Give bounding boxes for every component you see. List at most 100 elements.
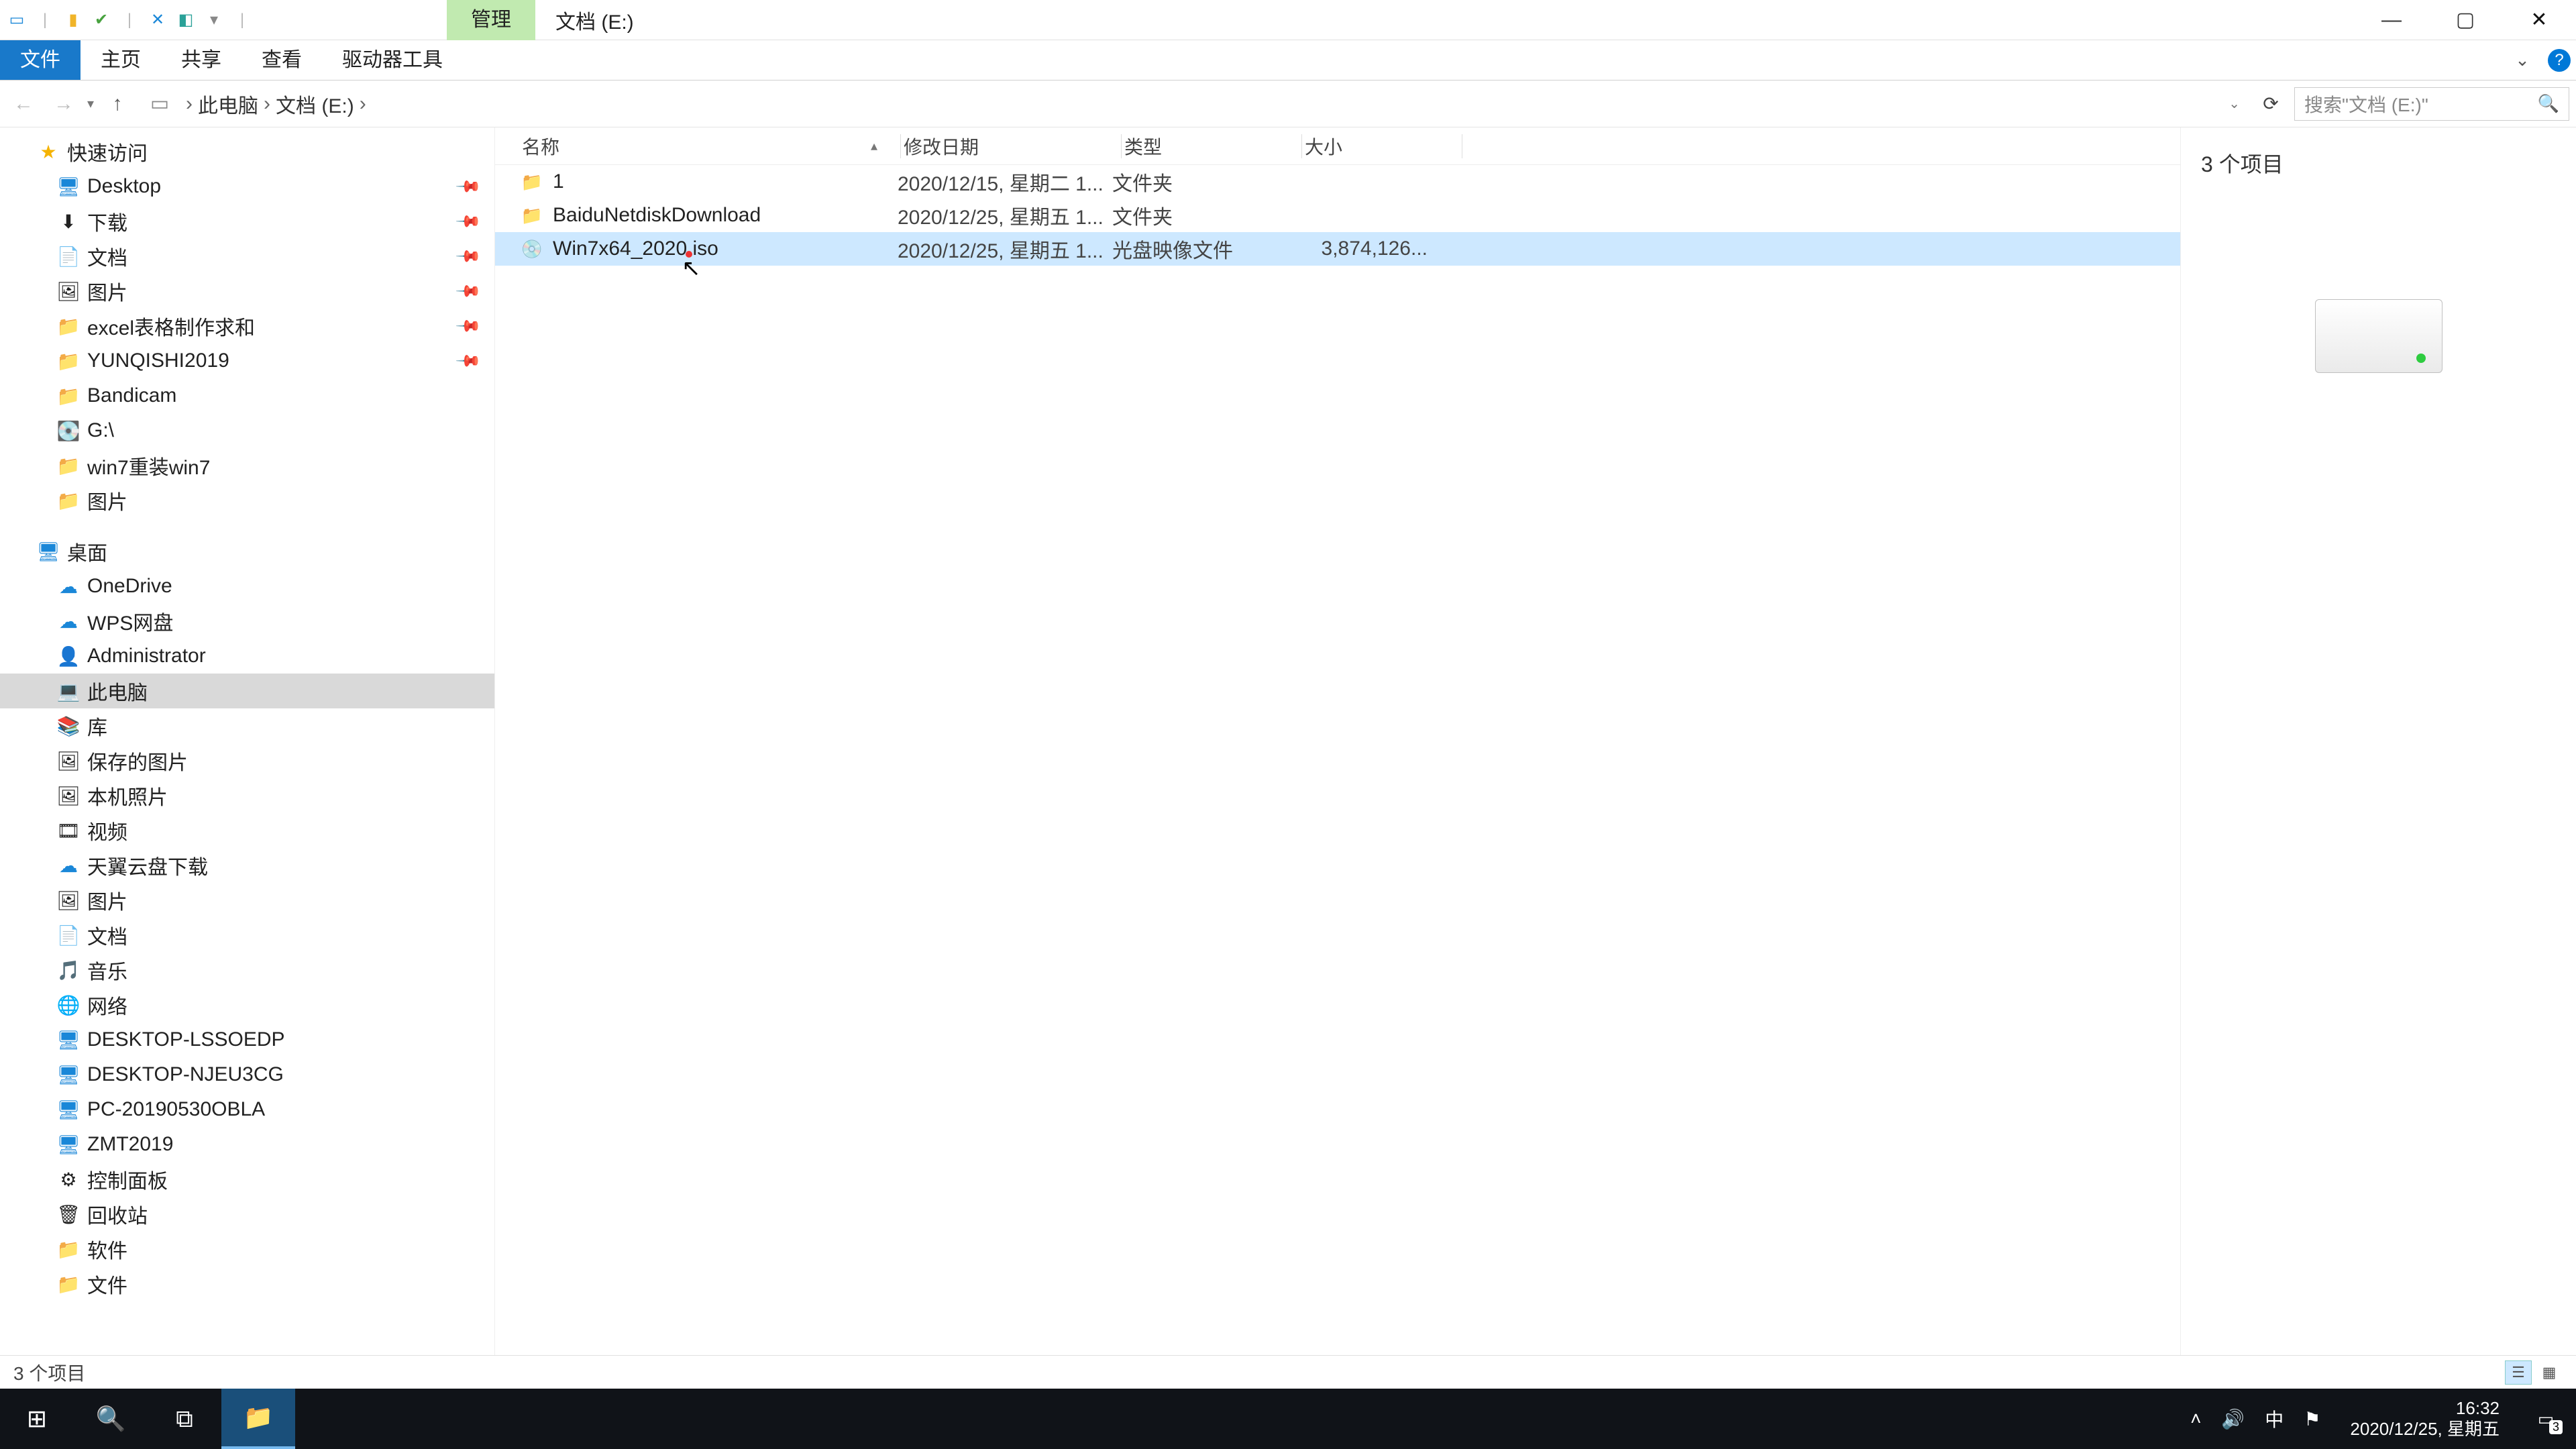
nav-item[interactable]: 🖥ZMT2019: [0, 1127, 494, 1162]
nav-item[interactable]: 📁文件: [0, 1267, 494, 1301]
start-button[interactable]: ⊞: [0, 1389, 74, 1449]
nav-item[interactable]: 💽G:\: [0, 413, 494, 448]
nav-item[interactable]: ☁OneDrive: [0, 569, 494, 604]
history-dropdown-icon[interactable]: ▾: [87, 95, 94, 112]
tab-view[interactable]: 查看: [241, 40, 322, 80]
docs-icon: 📄: [58, 246, 79, 267]
nav-item[interactable]: 📄文档: [0, 918, 494, 953]
tab-home[interactable]: 主页: [80, 40, 161, 80]
column-date[interactable]: 修改日期: [904, 133, 1118, 160]
close-button[interactable]: ✕: [2502, 0, 2576, 40]
contextual-tab[interactable]: 管理: [447, 0, 535, 40]
ribbon-collapse-icon[interactable]: ⌄: [2502, 40, 2542, 80]
breadcrumb-root[interactable]: 此电脑: [198, 89, 258, 119]
chevron-right-icon[interactable]: ›: [360, 93, 366, 115]
folder-icon: 📁: [58, 350, 79, 372]
column-type[interactable]: 类型: [1124, 133, 1299, 160]
file-size: 3,874,126...: [1287, 237, 1441, 260]
folder-icon[interactable]: ▮: [63, 10, 83, 30]
pics-icon: 🖼: [58, 750, 79, 771]
column-separator[interactable]: [1301, 134, 1302, 158]
breadcrumb-drive[interactable]: 文档 (E:): [276, 89, 354, 119]
nav-item[interactable]: 🖥DESKTOP-NJEU3CG: [0, 1057, 494, 1092]
nav-item[interactable]: 🎞视频: [0, 813, 494, 848]
nav-item[interactable]: 📄文档📌: [0, 239, 494, 274]
properties-icon[interactable]: ◧: [176, 10, 196, 30]
volume-icon[interactable]: 🔊: [2221, 1408, 2245, 1430]
nav-item[interactable]: 🖼图片: [0, 883, 494, 918]
nav-item[interactable]: 📚库: [0, 708, 494, 743]
nav-item[interactable]: ⬇下载📌: [0, 204, 494, 239]
folder-icon: 📁: [58, 455, 79, 476]
nav-item[interactable]: 🗑回收站: [0, 1197, 494, 1232]
nav-group-header[interactable]: ★快速访问: [0, 134, 494, 169]
back-button[interactable]: ←: [7, 87, 40, 121]
forward-button[interactable]: →: [47, 87, 80, 121]
nav-item[interactable]: 🖼图片📌: [0, 274, 494, 309]
preview-item-count: 3 个项目: [2201, 148, 2284, 178]
address-dropdown-icon[interactable]: ⌄: [2229, 95, 2240, 112]
file-row[interactable]: 💿Win7x64_2020.iso2020/12/25, 星期五 1...光盘映…: [495, 232, 2180, 266]
tray-overflow-icon[interactable]: ˄: [2190, 1408, 2201, 1430]
chevron-right-icon[interactable]: ›: [264, 93, 270, 115]
nav-item[interactable]: 🖥PC-20190530OBLA: [0, 1092, 494, 1127]
minimize-button[interactable]: —: [2355, 0, 2428, 40]
nav-item[interactable]: 🖥Desktop📌: [0, 169, 494, 204]
nav-item[interactable]: 🎵音乐: [0, 953, 494, 987]
navigation-pane[interactable]: ★快速访问🖥Desktop📌⬇下载📌📄文档📌🖼图片📌📁excel表格制作求和📌📁…: [0, 127, 495, 1355]
address-bar[interactable]: ▭ › 此电脑 › 文档 (E:) › ⌄: [141, 87, 2247, 121]
task-view-button[interactable]: ⧉: [148, 1389, 221, 1449]
column-name[interactable]: 名称 ▴: [495, 133, 898, 160]
clock[interactable]: 16:32 2020/12/25, 星期五: [2341, 1398, 2509, 1440]
help-button[interactable]: ?: [2542, 40, 2576, 80]
check-icon[interactable]: ✔: [91, 10, 111, 30]
nav-item[interactable]: 💻此电脑: [0, 674, 494, 708]
search-icon[interactable]: 🔍: [2538, 93, 2559, 114]
search-input[interactable]: 搜索"文档 (E:)" 🔍: [2294, 87, 2569, 121]
nav-item[interactable]: 🌐网络: [0, 987, 494, 1022]
tab-drive-tools[interactable]: 驱动器工具: [322, 40, 463, 80]
file-date: 2020/12/25, 星期五 1...: [898, 234, 1112, 264]
ime-indicator[interactable]: 中: [2265, 1405, 2284, 1432]
file-row[interactable]: 📁BaiduNetdiskDownload2020/12/25, 星期五 1..…: [495, 199, 2180, 232]
file-row[interactable]: 📁12020/12/15, 星期二 1...文件夹: [495, 165, 2180, 199]
column-separator[interactable]: [1121, 134, 1122, 158]
onedrive-icon: ☁: [58, 576, 79, 597]
nav-item[interactable]: 📁Bandicam: [0, 378, 494, 413]
nav-item-label: Administrator: [87, 645, 206, 667]
tab-share[interactable]: 共享: [161, 40, 241, 80]
maximize-button[interactable]: ▢: [2428, 0, 2502, 40]
nav-item-label: 音乐: [87, 955, 127, 985]
address-bar-row: ← → ▾ ↑ ▭ › 此电脑 › 文档 (E:) › ⌄ ⟳ 搜索"文档 (E…: [0, 80, 2576, 127]
nav-item[interactable]: 🖼本机照片: [0, 778, 494, 813]
nav-item[interactable]: 🖥DESKTOP-LSSOEDP: [0, 1022, 494, 1057]
up-button[interactable]: ↑: [101, 87, 134, 121]
nav-item[interactable]: ☁天翼云盘下载: [0, 848, 494, 883]
qat-dropdown-icon[interactable]: ▾: [204, 10, 224, 30]
tab-file[interactable]: 文件: [0, 40, 80, 80]
nav-item[interactable]: 🖼保存的图片: [0, 743, 494, 778]
column-separator[interactable]: [900, 134, 901, 158]
status-text: 3 个项目: [13, 1359, 85, 1386]
nav-item[interactable]: 📁YUNQISHI2019📌: [0, 343, 494, 378]
nav-item[interactable]: ⚙控制面板: [0, 1162, 494, 1197]
chevron-right-icon[interactable]: ›: [186, 93, 193, 115]
nav-item[interactable]: 📁软件: [0, 1232, 494, 1267]
refresh-button[interactable]: ⟳: [2254, 87, 2288, 121]
nav-item[interactable]: 👤Administrator: [0, 639, 494, 674]
nav-group-header[interactable]: 🖥桌面: [0, 534, 494, 569]
nav-item[interactable]: 📁excel表格制作求和📌: [0, 309, 494, 343]
search-button[interactable]: 🔍: [74, 1389, 148, 1449]
thumbnails-view-button[interactable]: ▦: [2536, 1360, 2563, 1385]
delete-icon[interactable]: ✕: [148, 10, 168, 30]
action-center-button[interactable]: ▭ 3: [2529, 1402, 2563, 1436]
security-icon[interactable]: ⚑: [2304, 1408, 2320, 1430]
nav-item[interactable]: 📁win7重装win7: [0, 448, 494, 483]
preview-pane: 3 个项目: [2180, 127, 2576, 1355]
nav-item[interactable]: ☁WPS网盘: [0, 604, 494, 639]
nav-item[interactable]: 📁图片: [0, 483, 494, 518]
column-size[interactable]: 大小: [1305, 133, 1459, 160]
pin-icon: 📌: [454, 242, 482, 270]
details-view-button[interactable]: ☰: [2505, 1360, 2532, 1385]
file-explorer-taskbar-icon[interactable]: 📁: [221, 1389, 295, 1449]
